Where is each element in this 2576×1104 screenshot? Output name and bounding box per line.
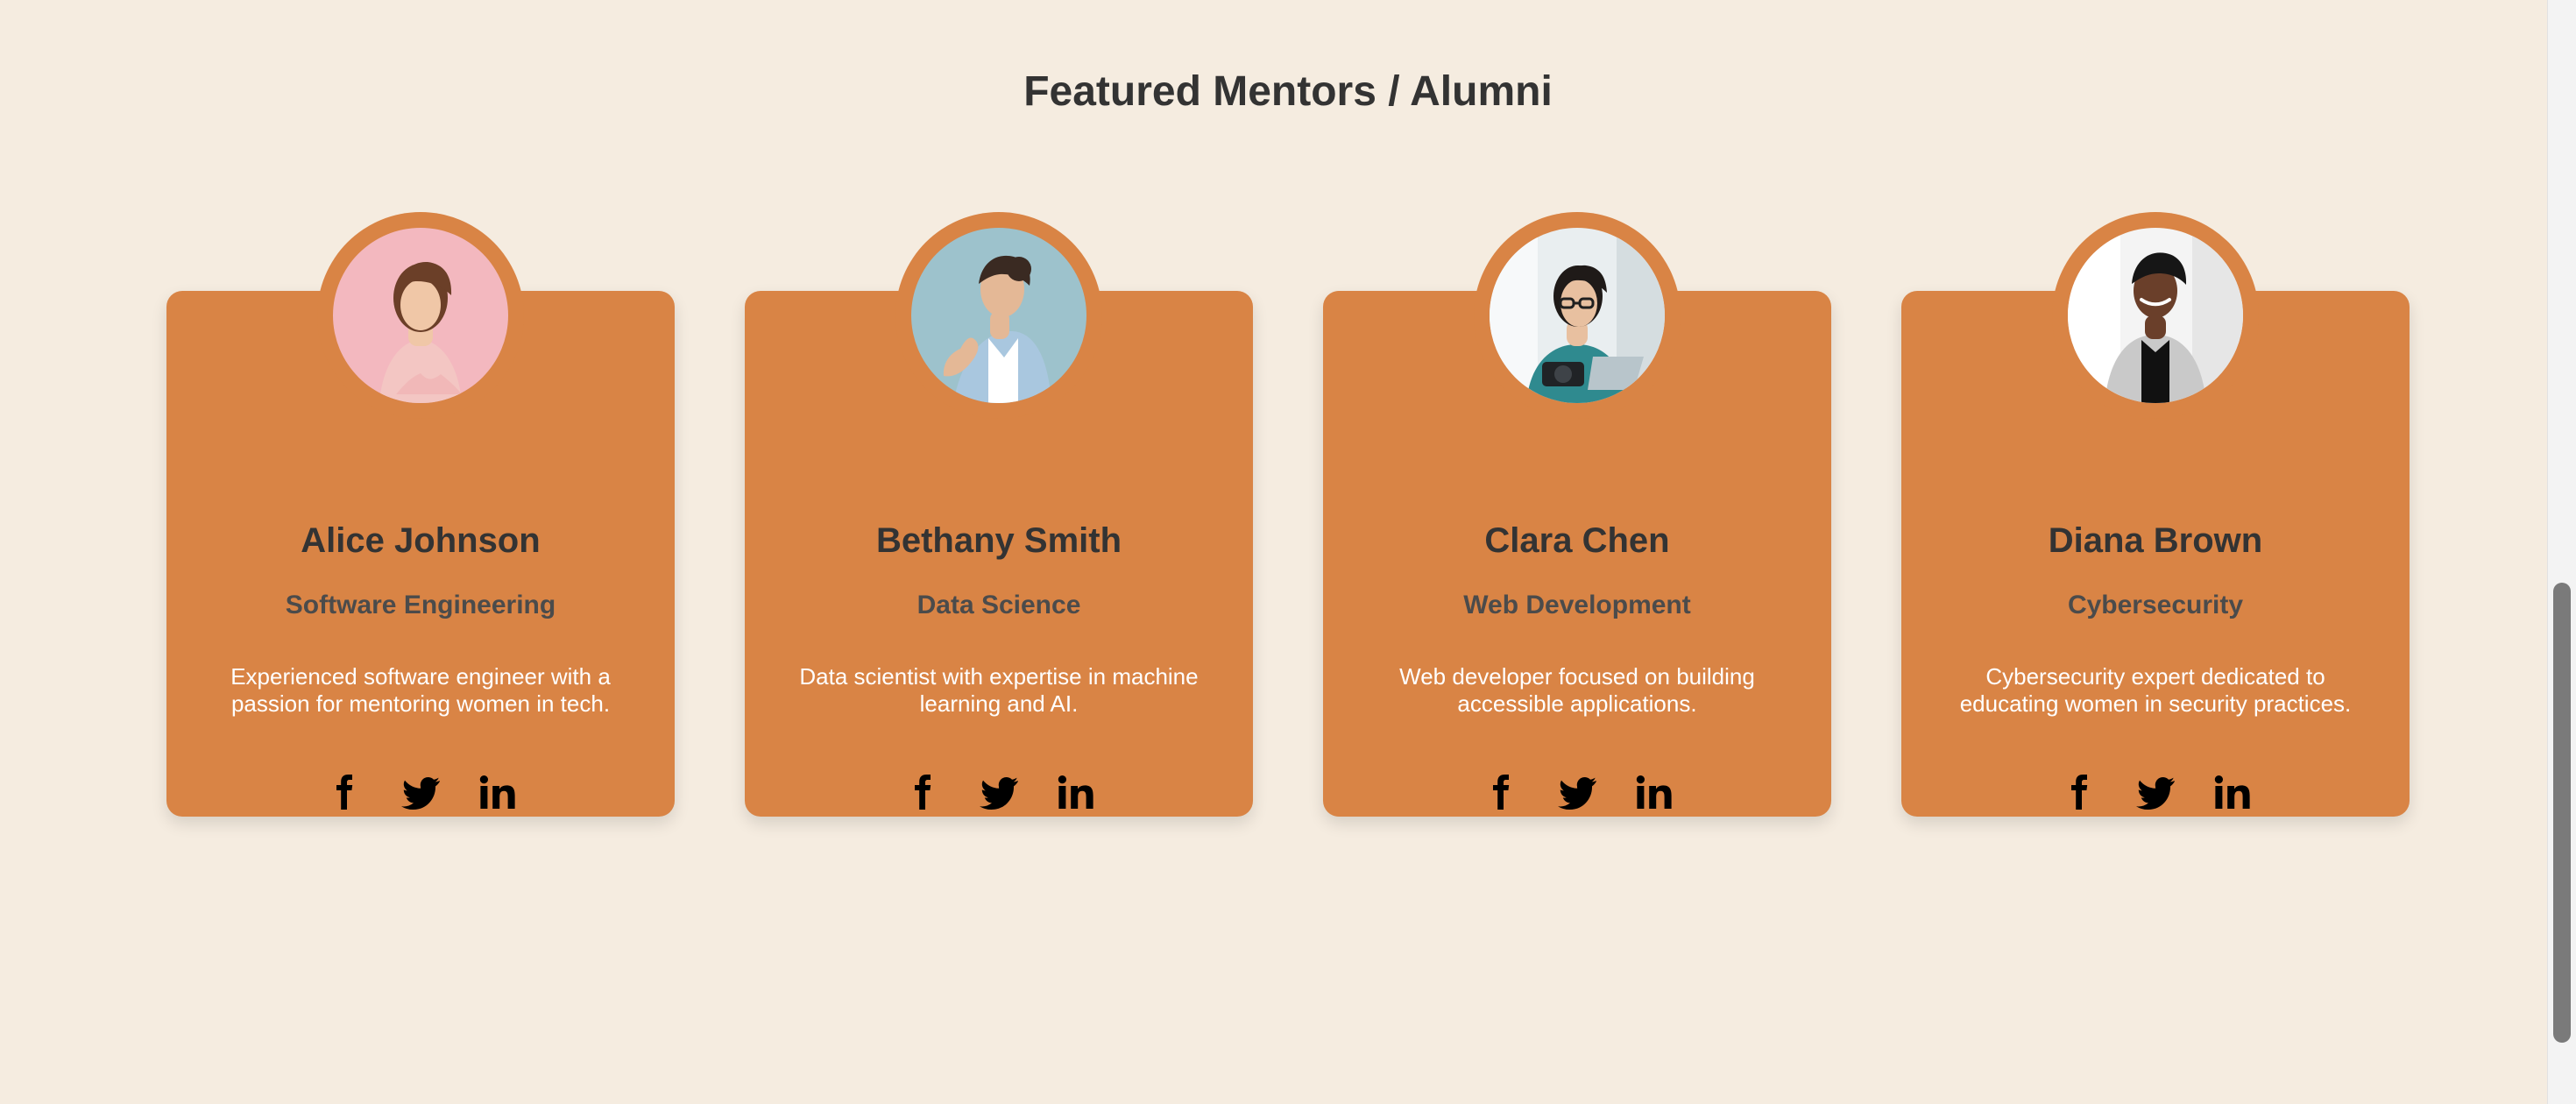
social-links xyxy=(1901,771,2410,813)
avatar xyxy=(333,228,508,403)
facebook-icon[interactable] xyxy=(322,771,364,813)
mentor-cards: Alice Johnson Software Engineering Exper… xyxy=(166,212,2410,817)
mentor-field: Cybersecurity xyxy=(2067,591,2244,619)
mentor-name: Alice Johnson xyxy=(301,521,541,560)
mentor-field: Web Development xyxy=(1463,591,1691,619)
social-links xyxy=(745,771,1253,813)
scrollbar-thumb[interactable] xyxy=(2553,583,2571,1043)
mentor-card: Alice Johnson Software Engineering Exper… xyxy=(166,212,675,817)
mentor-field: Software Engineering xyxy=(285,591,556,619)
avatar-frame xyxy=(317,212,524,419)
facebook-icon[interactable] xyxy=(901,771,943,813)
avatar-frame xyxy=(1474,212,1681,419)
mentor-field: Data Science xyxy=(916,591,1081,619)
page: Featured Mentors / Alumni Alice Johnson … xyxy=(0,0,2548,1104)
mentor-description: Data scientist with expertise in machine… xyxy=(799,663,1199,717)
mentor-card: Bethany Smith Data Science Data scientis… xyxy=(745,212,1253,817)
mentor-card: Clara Chen Web Development Web developer… xyxy=(1323,212,1831,817)
vertical-scrollbar[interactable] xyxy=(2547,0,2576,1104)
section-title: Featured Mentors / Alumni xyxy=(1023,68,1553,115)
twitter-icon[interactable] xyxy=(2134,771,2176,813)
mentor-card: Diana Brown Cybersecurity Cybersecurity … xyxy=(1901,212,2410,817)
mentor-name: Bethany Smith xyxy=(875,521,1122,560)
linkedin-icon[interactable] xyxy=(1633,771,1675,813)
avatar-frame xyxy=(895,212,1102,419)
mentor-description: Cybersecurity expert dedicated to educat… xyxy=(1959,663,2352,717)
twitter-icon[interactable] xyxy=(400,771,442,813)
facebook-icon[interactable] xyxy=(1479,771,1521,813)
avatar xyxy=(911,228,1086,403)
social-links xyxy=(166,771,675,813)
avatar xyxy=(2068,228,2243,403)
linkedin-icon[interactable] xyxy=(1055,771,1097,813)
facebook-icon[interactable] xyxy=(2057,771,2099,813)
mentor-description: Experienced software engineer with a pas… xyxy=(230,663,611,717)
avatar xyxy=(1490,228,1665,403)
avatar-frame xyxy=(2052,212,2259,419)
linkedin-icon[interactable] xyxy=(2212,771,2254,813)
twitter-icon[interactable] xyxy=(978,771,1020,813)
mentor-name: Clara Chen xyxy=(1484,521,1670,560)
twitter-icon[interactable] xyxy=(1556,771,1598,813)
mentor-description: Web developer focused on building access… xyxy=(1399,663,1755,717)
social-links xyxy=(1323,771,1831,813)
mentor-name: Diana Brown xyxy=(2048,521,2263,560)
linkedin-icon[interactable] xyxy=(477,771,519,813)
